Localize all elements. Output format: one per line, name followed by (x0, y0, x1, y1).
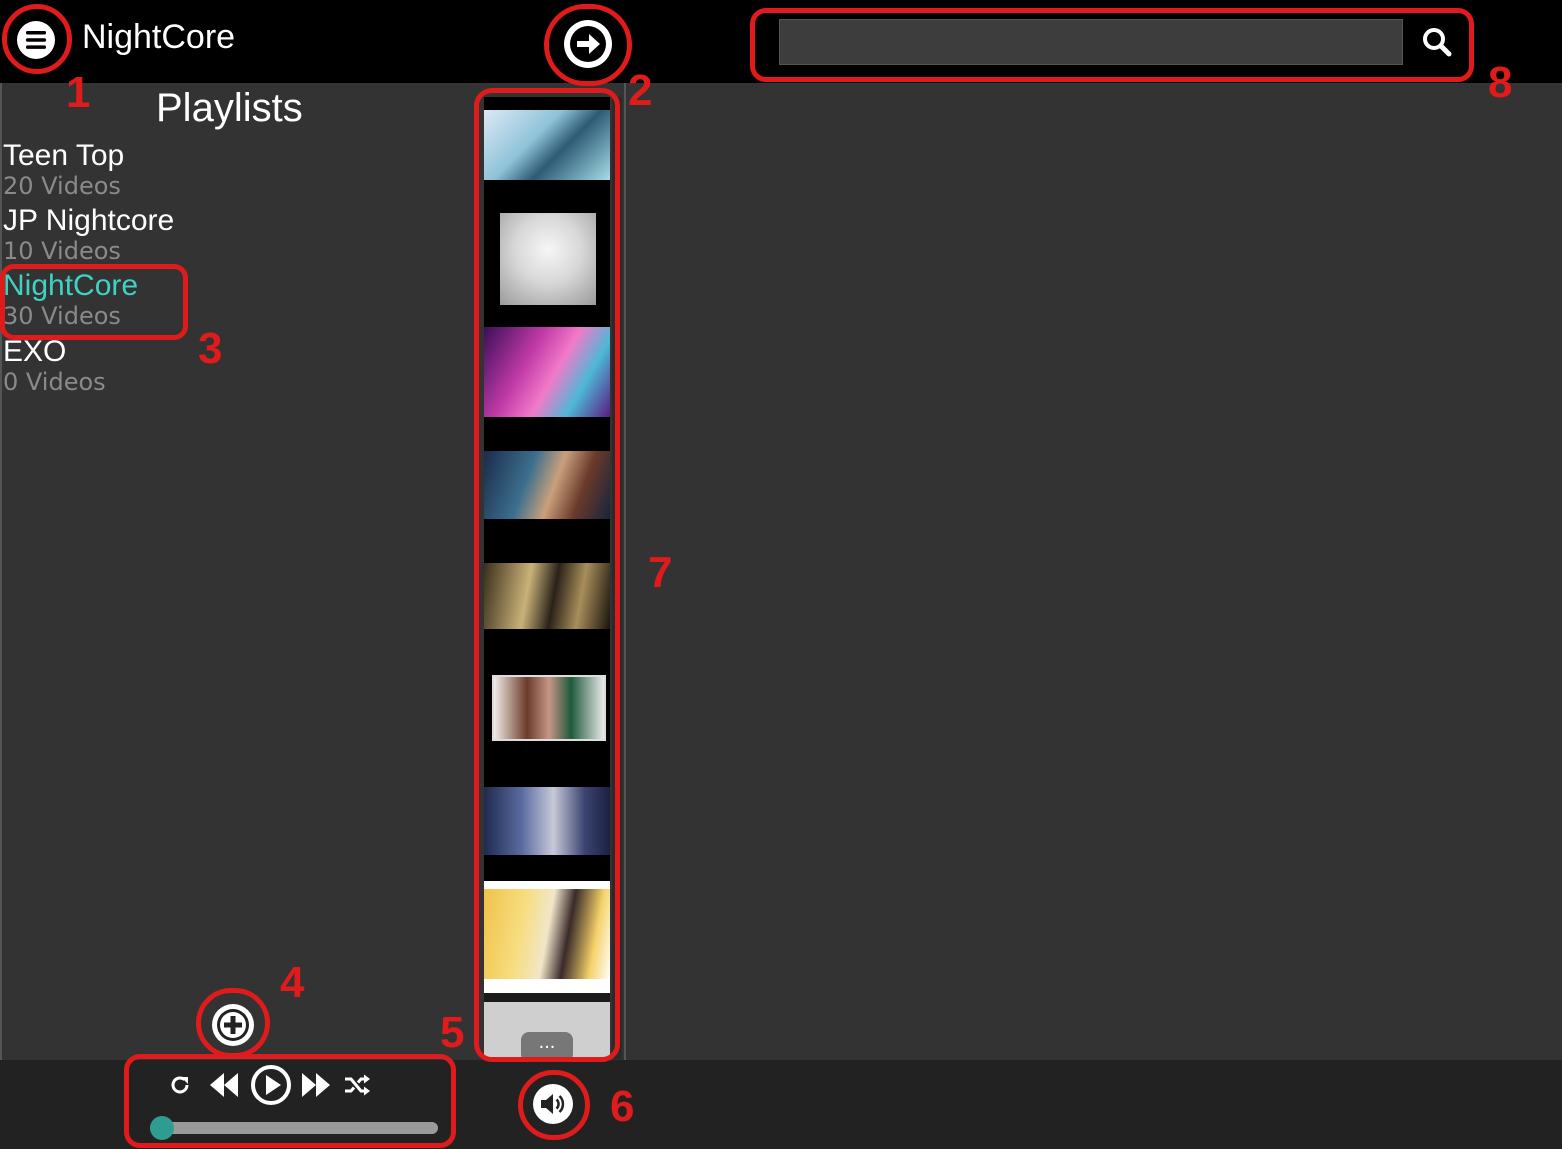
menu-button[interactable] (12, 16, 60, 64)
callout-label-3: 3 (198, 324, 223, 373)
previous-button[interactable] (206, 1066, 242, 1104)
arrow-right-circle-icon (564, 20, 612, 68)
video-thumbnail-3[interactable] (484, 321, 610, 433)
playlist-video-count: 20 Videos (3, 172, 121, 200)
video-thumbnail-2[interactable] (484, 209, 610, 321)
search-button[interactable] (1412, 19, 1462, 65)
callout-label-1: 1 (66, 68, 91, 117)
shuffle-button[interactable] (342, 1066, 372, 1104)
playlist-video-count: 0 Videos (3, 368, 106, 396)
playlist-name: Teen Top (3, 139, 125, 172)
callout-label-4: 4 (280, 958, 305, 1007)
hamburger-menu-icon (17, 21, 55, 59)
search-input[interactable] (779, 19, 1403, 65)
thumbnail-image (500, 213, 596, 305)
thumbnail-image (484, 889, 610, 979)
playlists-heading: Playlists (156, 86, 303, 130)
callout-label-7: 7 (648, 548, 673, 597)
fast-forward-icon (302, 1073, 330, 1097)
playback-progress-slider[interactable] (150, 1116, 438, 1140)
playlist-video-count: 10 Videos (3, 237, 121, 265)
rewind-icon (210, 1073, 238, 1097)
playlist-name: JP Nightcore (3, 204, 175, 237)
callout-label-2: 2 (628, 66, 653, 115)
forward-button[interactable] (560, 16, 616, 72)
shuffle-icon (345, 1074, 370, 1096)
thumbnail-image (484, 110, 610, 180)
strip-scrollbar[interactable] (612, 97, 622, 1059)
repeat-icon (171, 1076, 189, 1094)
add-playlist-button[interactable] (210, 1002, 256, 1048)
left-edge (0, 83, 2, 1060)
callout-label-6: 6 (610, 1082, 635, 1131)
playlist-video-count: 30 Videos (3, 302, 121, 330)
playlist-item-exo[interactable]: EXO 0 Videos (3, 335, 106, 397)
next-button[interactable] (298, 1066, 334, 1104)
volume-icon (533, 1084, 573, 1124)
play-button[interactable] (249, 1065, 293, 1105)
thumbnail-image (484, 327, 610, 417)
playlist-item-jp-nightcore[interactable]: JP Nightcore 10 Videos (3, 204, 175, 266)
plus-circle-icon (212, 1004, 254, 1046)
video-thumbnail-7[interactable] (484, 769, 610, 881)
callout-label-5: 5 (440, 1008, 465, 1057)
magnifier-icon (1423, 28, 1452, 57)
panel-divider (624, 83, 626, 1060)
video-thumbnail-1[interactable] (484, 97, 610, 209)
repeat-button[interactable] (166, 1066, 194, 1104)
video-thumbnail-4[interactable] (484, 433, 610, 545)
thumbnail-image (484, 787, 610, 855)
thumbnail-image (484, 451, 610, 519)
video-thumbnail-6[interactable] (484, 657, 610, 769)
playlist-item-teen-top[interactable]: Teen Top 20 Videos (3, 139, 125, 201)
playlist-name: EXO (3, 335, 67, 368)
video-thumbnail-8[interactable] (484, 881, 610, 993)
progress-knob[interactable] (150, 1116, 174, 1140)
app-title: NightCore (82, 18, 236, 56)
more-label: ... (521, 1032, 573, 1059)
play-circle-icon (251, 1065, 291, 1105)
thumbnail-image (484, 563, 610, 629)
thumbnail-image (492, 675, 606, 741)
playlist-item-nightcore[interactable]: NightCore 30 Videos (3, 269, 139, 331)
playlist-name: NightCore (3, 269, 139, 302)
video-thumbnail-strip: ... (484, 97, 610, 1059)
volume-button[interactable] (532, 1083, 574, 1125)
callout-label-8: 8 (1488, 58, 1513, 107)
video-thumbnail-5[interactable] (484, 545, 610, 657)
more-videos-button[interactable]: ... (484, 1002, 610, 1059)
